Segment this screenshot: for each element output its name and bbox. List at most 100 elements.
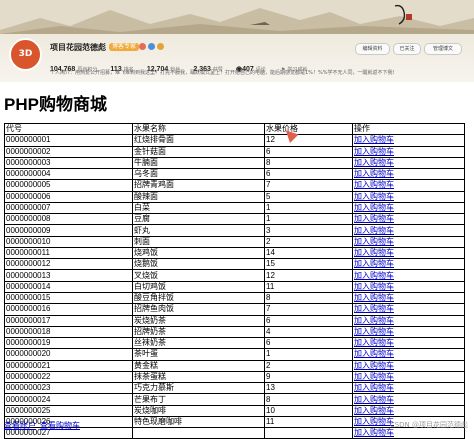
- column-header: 代号: [4, 122, 133, 136]
- csdn-watermark: CSDN @项目花园范德彪: [389, 421, 468, 429]
- product-price-cell: 8: [264, 393, 353, 406]
- product-price-cell: 6: [264, 168, 353, 181]
- add-to-cart-link[interactable]: 加入购物车: [354, 158, 394, 167]
- product-code-cell: 0000000007: [4, 201, 133, 215]
- add-to-cart-link[interactable]: 加入购物车: [354, 361, 394, 370]
- add-to-cart-link[interactable]: 加入购物车: [354, 226, 394, 235]
- product-price-cell: 12: [264, 134, 353, 147]
- product-price-cell: 10: [264, 404, 353, 417]
- product-name-cell: 虾丸: [132, 224, 265, 237]
- table-row: 0000000003 牛腩面 8 加入购物车: [4, 156, 465, 170]
- avatar[interactable]: 3D: [9, 38, 42, 71]
- table-row: 0000000018 招牌奶茶 4 加入购物车: [4, 325, 465, 339]
- add-to-cart-link[interactable]: 加入购物车: [354, 305, 394, 314]
- blog-header: 3D 项目花园范德彪 博客专家 104,768 原创积分 113 排名 12,704…: [0, 0, 474, 82]
- add-to-cart-link[interactable]: 加入购物车: [354, 260, 394, 269]
- table-row: 0000000009 虾丸 3 加入购物车: [4, 224, 465, 237]
- product-name-cell: 豆腐: [132, 213, 265, 226]
- table-row: 0000000013 叉烧饭 12 加入购物车: [4, 269, 465, 282]
- add-to-cart-link[interactable]: 加入购物车: [354, 384, 394, 393]
- product-price-cell: 6: [264, 337, 353, 350]
- action-cell: 加入购物车: [352, 337, 465, 350]
- add-to-cart-link[interactable]: 加入购物车: [354, 316, 394, 325]
- add-to-cart-link[interactable]: 加入购物车: [354, 327, 394, 336]
- table-row: 0000000020 茶叶蛋 1 加入购物车: [4, 348, 465, 361]
- add-to-cart-link[interactable]: 加入购物车: [354, 237, 394, 246]
- product-name-cell: 烧鸡饭: [132, 246, 265, 260]
- table-row: 0000000016 招牌鱼肉饭 7 加入购物车: [4, 303, 465, 316]
- add-to-cart-link[interactable]: 加入购物车: [354, 417, 394, 426]
- product-code-cell: 0000000022: [4, 370, 133, 384]
- product-name-cell: 招牌奶茶: [132, 325, 265, 339]
- level-icon: [157, 43, 164, 50]
- add-to-cart-link[interactable]: 加入购物车: [354, 215, 394, 224]
- product-price-cell: 9: [264, 370, 353, 384]
- table-header-row: 代号 水果名称 水果价格 操作: [4, 122, 465, 136]
- add-to-cart-link[interactable]: 加入购物车: [354, 248, 394, 257]
- add-to-cart-link[interactable]: 加入购物车: [354, 372, 394, 381]
- table-row: 0000000024 芒果布丁 8 加入购物车: [4, 393, 465, 406]
- add-to-cart-link[interactable]: 加入购物车: [354, 294, 394, 303]
- add-to-cart-link[interactable]: 加入购物车: [354, 395, 394, 404]
- add-to-cart-link[interactable]: 加入购物车: [354, 203, 394, 212]
- column-header: 水果名称: [132, 122, 265, 136]
- product-price-cell: 6: [264, 145, 353, 158]
- action-cell: 加入购物车: [352, 325, 465, 339]
- following-button[interactable]: 已关注: [393, 43, 421, 55]
- action-cell: 加入购物车: [352, 168, 465, 181]
- product-code-cell: 0000000001: [4, 134, 133, 147]
- action-cell: 加入购物车: [352, 246, 465, 260]
- product-name-cell: 乌冬面: [132, 168, 265, 181]
- product-name-cell: 特色现磨咖啡: [132, 415, 265, 429]
- product-price-cell: 8: [264, 156, 353, 170]
- view-account-link[interactable]: 查看账户: [4, 421, 36, 430]
- product-name-cell: 金针菇面: [132, 145, 265, 158]
- product-price-cell: 15: [264, 258, 353, 271]
- product-code-cell: 0000000016: [4, 303, 133, 316]
- product-name-cell: 丝袜奶茶: [132, 337, 265, 350]
- product-name-cell: 酸辣面: [132, 190, 265, 203]
- product-code-cell: 0000000012: [4, 258, 133, 271]
- product-code-cell: 0000000011: [4, 246, 133, 260]
- product-code-cell: 0000000015: [4, 291, 133, 305]
- manage-posts-button[interactable]: 管理博文: [424, 43, 462, 55]
- table-row: 0000000014 白切鸡饭 11 加入购物车: [4, 280, 465, 293]
- product-name-cell: 酸豆角拌饭: [132, 291, 265, 305]
- product-price-cell: 1: [264, 213, 353, 226]
- view-cart-link[interactable]: 查看购物车: [40, 421, 80, 430]
- add-to-cart-link[interactable]: 加入购物车: [354, 406, 394, 415]
- table-row: 0000000008 豆腐 1 加入购物车: [4, 213, 465, 226]
- goods-table: 代号 水果名称 水果价格 操作 0000000001 红烧排骨面 12 加入购物车 00…: [4, 122, 465, 439]
- add-to-cart-link[interactable]: 加入购物车: [354, 192, 394, 201]
- action-cell: 加入购物车: [352, 134, 465, 147]
- product-name-cell: 叉烧饭: [132, 269, 265, 282]
- product-code-cell: 0000000017: [4, 314, 133, 327]
- product-code-cell: 0000000025: [4, 404, 133, 417]
- add-to-cart-link[interactable]: 加入购物车: [354, 170, 394, 179]
- product-name-cell: 白切鸡饭: [132, 280, 265, 293]
- add-to-cart-link[interactable]: 加入购物车: [354, 350, 394, 359]
- add-to-cart-link[interactable]: 加入购物车: [354, 147, 394, 156]
- product-code-cell: 0000000018: [4, 325, 133, 339]
- action-cell: 加入购物车: [352, 303, 465, 316]
- action-cell: 加入购物车: [352, 235, 465, 248]
- product-code-cell: 0000000002: [4, 145, 133, 158]
- column-header: 水果价格: [264, 122, 353, 136]
- product-price-cell: 5: [264, 190, 353, 203]
- action-cell: 加入购物车: [352, 213, 465, 226]
- edit-profile-button[interactable]: 编辑资料: [355, 43, 390, 55]
- ink-landscape-banner: [0, 0, 474, 34]
- action-cell: 加入购物车: [352, 314, 465, 327]
- stats-row: 104,768 原创积分 113 排名 12,704 粉丝 2,363 获赞 ◉407 评…: [50, 56, 315, 73]
- product-price-cell: 14: [264, 246, 353, 260]
- product-price-cell: 7: [264, 303, 353, 316]
- add-to-cart-link[interactable]: 加入购物车: [354, 339, 394, 348]
- medal-icon: [139, 43, 146, 50]
- blog-name[interactable]: 项目花园范德彪: [50, 42, 106, 53]
- add-to-cart-link[interactable]: 加入购物车: [354, 136, 394, 145]
- product-code-cell: 0000000009: [4, 224, 133, 237]
- add-to-cart-link[interactable]: 加入购物车: [354, 271, 394, 280]
- add-to-cart-link[interactable]: 加入购物车: [354, 181, 394, 190]
- add-to-cart-link[interactable]: 加入购物车: [354, 282, 394, 291]
- action-cell: 加入购物车: [352, 179, 465, 192]
